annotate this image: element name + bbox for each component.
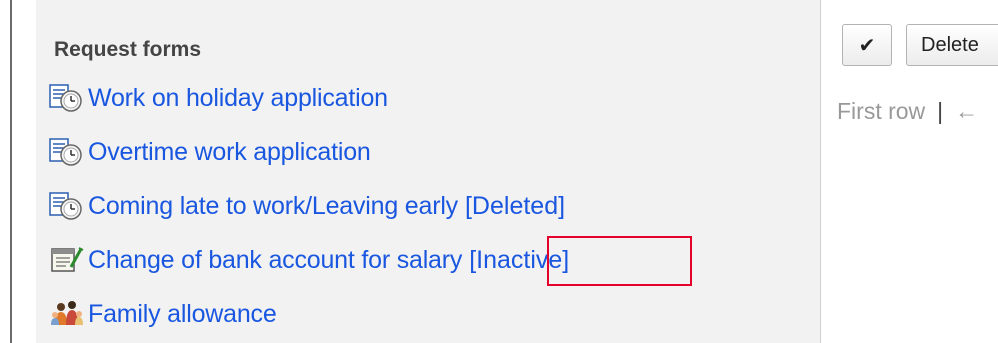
- section-title: Request forms: [54, 38, 202, 61]
- form-link-coming-late[interactable]: Coming late to work/Leaving early: [88, 192, 458, 221]
- notepad-form-icon: [48, 245, 88, 275]
- clock-form-icon: [48, 191, 88, 221]
- status-badge-deleted: [Deleted]: [464, 191, 566, 220]
- list-item[interactable]: Family allowance: [48, 298, 277, 330]
- pager: First row | ←: [837, 98, 978, 125]
- form-link-family-allowance[interactable]: Family allowance: [88, 300, 277, 329]
- delete-button[interactable]: Delete: [906, 24, 998, 66]
- pager-previous[interactable]: ←: [955, 98, 978, 124]
- clock-form-icon: [48, 83, 88, 113]
- form-link-overtime-work[interactable]: Overtime work application: [88, 138, 371, 167]
- check-all-button[interactable]: ✔: [842, 24, 892, 66]
- list-item[interactable]: Work on holiday application: [48, 82, 388, 114]
- pager-separator: |: [937, 98, 944, 124]
- list-item[interactable]: Change of bank account for salary [Inact…: [48, 244, 569, 276]
- pager-first-row[interactable]: First row: [837, 98, 925, 124]
- clock-form-icon: [48, 137, 88, 167]
- family-form-icon: [48, 299, 88, 329]
- form-link-work-on-holiday[interactable]: Work on holiday application: [88, 84, 388, 113]
- list-item[interactable]: Coming late to work/Leaving early [Delet…: [48, 190, 565, 222]
- frame-border: [10, 0, 12, 343]
- list-item[interactable]: Overtime work application: [48, 136, 371, 168]
- highlight-annotation: [547, 236, 692, 286]
- form-link-bank-account[interactable]: Change of bank account for salary: [88, 246, 462, 275]
